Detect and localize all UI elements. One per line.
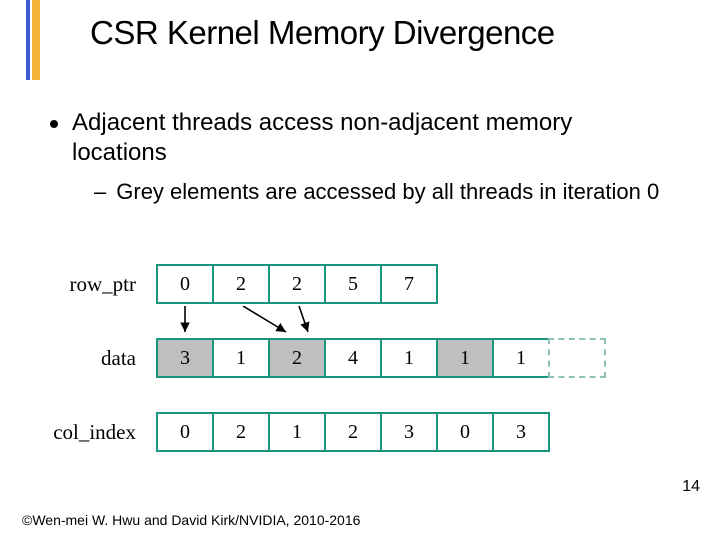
cell: 0 xyxy=(156,264,214,304)
cell: 3 xyxy=(492,412,550,452)
arrays-diagram: row_ptr 0 2 2 5 7 data 3 1 2 4 1 xyxy=(48,262,606,484)
data-label: data xyxy=(48,346,156,371)
cell-grey: 3 xyxy=(156,338,214,378)
cell-grey: 1 xyxy=(436,338,494,378)
cell: 7 xyxy=(380,264,438,304)
copyright-text: ©Wen-mei W. Hwu and David Kirk/NVIDIA, 2… xyxy=(22,512,360,528)
cell-padding xyxy=(548,338,606,378)
row-ptr-cells: 0 2 2 5 7 xyxy=(156,264,438,304)
cell: 1 xyxy=(380,338,438,378)
data-cells: 3 1 2 4 1 1 1 xyxy=(156,338,606,378)
cell: 4 xyxy=(324,338,382,378)
cell: 2 xyxy=(268,264,326,304)
cell: 1 xyxy=(212,338,270,378)
bullet-text: Grey elements are accessed by all thread… xyxy=(116,178,659,206)
bullet-dash-icon: – xyxy=(94,178,106,206)
cell: 0 xyxy=(156,412,214,452)
col-index-row: col_index 0 2 1 2 3 0 3 xyxy=(48,410,606,454)
cell: 1 xyxy=(268,412,326,452)
arrows-svg xyxy=(156,306,556,336)
bullet-level2: – Grey elements are accessed by all thre… xyxy=(94,178,670,206)
cell-grey: 2 xyxy=(268,338,326,378)
bullet-dot-icon xyxy=(50,120,58,128)
col-index-cells: 0 2 1 2 3 0 3 xyxy=(156,412,550,452)
slide-title: CSR Kernel Memory Divergence xyxy=(90,14,555,52)
bullet-level1: Adjacent threads access non-adjacent mem… xyxy=(50,108,670,168)
accent-bars xyxy=(26,0,40,80)
bullet-list: Adjacent threads access non-adjacent mem… xyxy=(50,108,670,206)
row-ptr-label: row_ptr xyxy=(48,272,156,297)
cell: 0 xyxy=(436,412,494,452)
cell: 1 xyxy=(492,338,550,378)
slide: CSR Kernel Memory Divergence Adjacent th… xyxy=(0,0,720,540)
data-row: data 3 1 2 4 1 1 1 xyxy=(48,336,606,380)
row-ptr-row: row_ptr 0 2 2 5 7 xyxy=(48,262,606,306)
cell: 3 xyxy=(380,412,438,452)
page-number: 14 xyxy=(682,478,700,496)
cell: 5 xyxy=(324,264,382,304)
cell: 2 xyxy=(324,412,382,452)
accent-bar-blue xyxy=(26,0,30,80)
cell: 2 xyxy=(212,264,270,304)
cell: 2 xyxy=(212,412,270,452)
col-index-label: col_index xyxy=(48,420,156,445)
accent-bar-yellow xyxy=(32,0,40,80)
bullet-text: Adjacent threads access non-adjacent mem… xyxy=(72,108,670,168)
